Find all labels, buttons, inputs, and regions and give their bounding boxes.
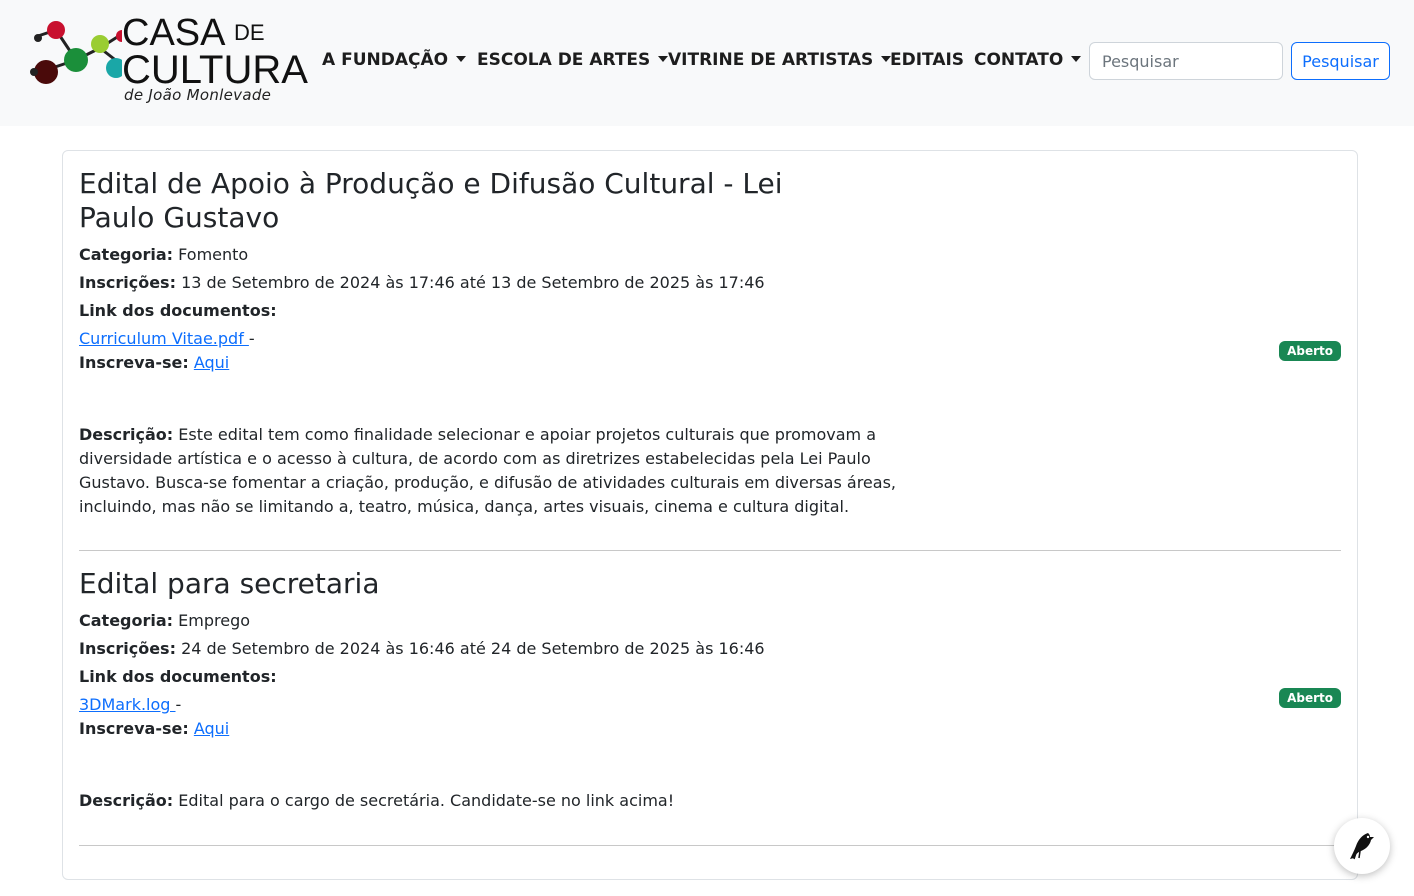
edital-inscreva: Inscreva-se: Aqui (79, 351, 1341, 375)
nav-item-vitrine-de-artistas[interactable]: VITRINE DE ARTISTAS (668, 50, 892, 70)
edital-categoria: Categoria: Emprego (79, 607, 1341, 635)
nav-item-label: VITRINE DE ARTISTAS (668, 50, 874, 70)
edital-inscricoes: Inscrições: 24 de Setembro de 2024 às 16… (79, 635, 1341, 663)
descricao-value: Edital para o cargo de secretária. Candi… (178, 791, 675, 810)
edital-description: Descrição: Edital para o cargo de secret… (79, 789, 909, 813)
edital-inscricoes: Inscrições: 13 de Setembro de 2024 às 17… (79, 269, 1341, 297)
status-badge: Aberto (1279, 341, 1341, 361)
editais-card: Edital de Apoio à Produção e Difusão Cul… (62, 150, 1358, 880)
categoria-label: Categoria: (79, 611, 174, 630)
edital-item: Edital de Apoio à Produção e Difusão Cul… (79, 167, 1341, 519)
edital-link-docs: Link dos documentos: (79, 663, 1341, 691)
nav-item-label: CONTATO (974, 50, 1064, 70)
brand-logo[interactable]: CASA DE CULTURA de João Monlevade (30, 12, 308, 106)
edital-documents: 3DMark.log - (79, 693, 1341, 717)
categoria-value: Emprego (178, 611, 251, 630)
document-separator: - (175, 695, 182, 714)
molecule-logo-icon (30, 21, 122, 84)
divider (79, 845, 1341, 846)
inscreva-label: Inscreva-se: (79, 719, 189, 738)
link-docs-label: Link dos documentos: (79, 301, 277, 320)
document-separator: - (248, 329, 255, 348)
edital-link-docs: Link dos documentos: (79, 297, 1341, 325)
edital-title: Edital para secretaria (79, 567, 380, 600)
descricao-value: Este edital tem como finalidade selecion… (79, 425, 896, 516)
caret-down-icon (456, 56, 467, 62)
brand-line1: CASA (122, 12, 226, 54)
edital-categoria: Categoria: Fomento (79, 241, 1341, 269)
inscreva-link[interactable]: Aqui (194, 719, 229, 738)
brand-line2: CULTURA (122, 48, 308, 92)
descricao-label: Descrição: (79, 425, 174, 444)
nav-item-label: A FUNDAÇÃO (322, 50, 449, 70)
edital-documents: Curriculum Vitae.pdf - (79, 327, 1341, 351)
document-link[interactable]: 3DMark.log (79, 695, 176, 714)
brand-line1-small: DE (234, 20, 265, 45)
edital-description: Descrição: Este edital tem como finalida… (79, 423, 909, 519)
caret-down-icon (1071, 56, 1082, 62)
bird-icon (1350, 833, 1374, 860)
nav-item-label: EDITAIS (890, 50, 965, 70)
status-badge: Aberto (1279, 688, 1341, 708)
categoria-label: Categoria: (79, 245, 174, 264)
edital-title: Edital de Apoio à Produção e Difusão Cul… (79, 167, 783, 234)
nav-item-editais[interactable]: EDITAIS (890, 50, 964, 70)
nav-item-label: ESCOLA DE ARTES (477, 50, 651, 70)
floating-assistant-button[interactable] (1334, 818, 1390, 874)
nav-item-escola-de-artes[interactable]: ESCOLA DE ARTES (477, 50, 669, 70)
inscricoes-label: Inscrições: (79, 639, 176, 658)
nav-item-fundacao[interactable]: A FUNDAÇÃO (322, 50, 467, 70)
edital-item: Edital para secretaria Categoria: Empreg… (79, 567, 1341, 813)
brand-subtitle: de João Monlevade (124, 86, 272, 104)
caret-down-icon (658, 56, 669, 62)
inscreva-link[interactable]: Aqui (194, 353, 229, 372)
inscricoes-label: Inscrições: (79, 273, 176, 292)
link-docs-label: Link dos documentos: (79, 667, 277, 686)
navbar: CASA DE CULTURA de João Monlevade A FUND… (0, 0, 1414, 126)
document-link[interactable]: Curriculum Vitae.pdf (79, 329, 249, 348)
search-input[interactable] (1089, 42, 1283, 80)
descricao-label: Descrição: (79, 791, 174, 810)
divider (79, 550, 1341, 551)
inscricoes-value: 13 de Setembro de 2024 às 17:46 até 13 d… (181, 273, 765, 292)
search-button[interactable]: Pesquisar (1291, 42, 1390, 80)
inscricoes-value: 24 de Setembro de 2024 às 16:46 até 24 d… (181, 639, 765, 658)
inscreva-label: Inscreva-se: (79, 353, 189, 372)
edital-inscreva: Inscreva-se: Aqui (79, 717, 1341, 741)
categoria-value: Fomento (178, 245, 249, 264)
nav-item-contato[interactable]: CONTATO (974, 50, 1082, 70)
